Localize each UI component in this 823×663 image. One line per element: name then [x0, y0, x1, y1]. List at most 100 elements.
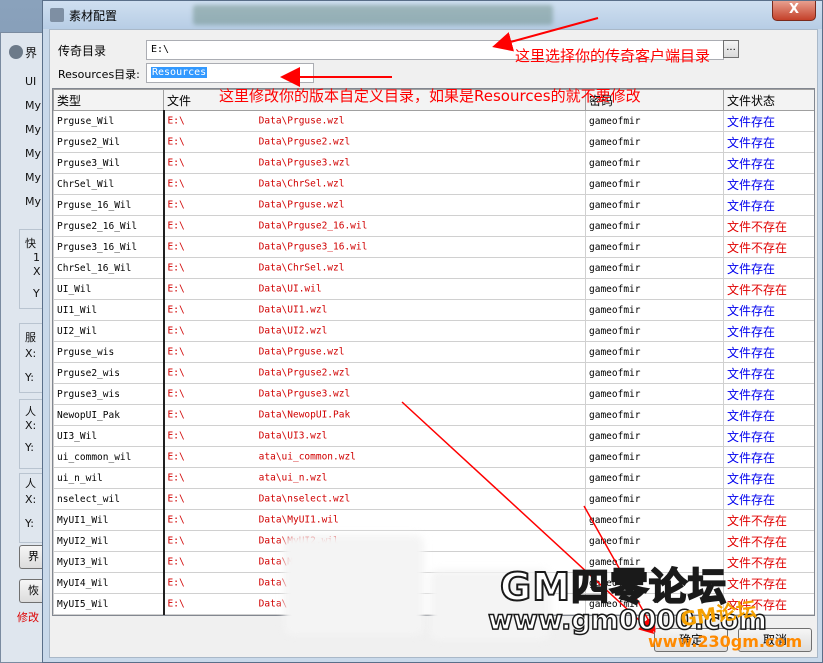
cell-status[interactable]: 文件存在	[723, 341, 814, 363]
cell-type[interactable]: MyUI3_Wil	[53, 551, 165, 573]
title-bar[interactable]: 素材配置 X	[43, 1, 822, 29]
cell-password[interactable]: gameofmir	[585, 110, 724, 132]
cell-password[interactable]: gameofmir	[585, 488, 724, 510]
cell-type[interactable]: Prguse_wis	[53, 341, 165, 363]
cell-file[interactable]: E:\ Data\Prguse2.wzl	[163, 362, 586, 384]
close-button[interactable]: X	[772, 1, 816, 21]
cell-file[interactable]: E:\ Data\NewopUI.Pak	[163, 404, 586, 426]
cell-type[interactable]: Prguse3_Wil	[53, 152, 165, 174]
table-row[interactable]: UI3_Wil E:\ Data\UI3.wzl gameofmir 文件存在	[53, 425, 814, 447]
header-type[interactable]: 类型	[53, 89, 164, 111]
cell-file[interactable]: E:\ Data\MyUI1.wil	[163, 509, 586, 531]
cell-password[interactable]: gameofmir	[585, 341, 724, 363]
cell-status[interactable]: 文件不存在	[723, 551, 814, 573]
table-row[interactable]: ChrSel_Wil E:\ Data\ChrSel.wzl gameofmir 文件存…	[53, 173, 814, 195]
cell-file[interactable]: E:\ Data\nselect.wzl	[163, 488, 586, 510]
cell-file[interactable]: E:\ ata\ui_n.wzl	[163, 467, 586, 489]
cell-status[interactable]: 文件存在	[723, 173, 814, 195]
cell-file[interactable]: E:\ Data\ChrSel.wzl	[163, 173, 586, 195]
table-row[interactable]: Prguse3_wis E:\ Data\Prguse3.wzl gameofmir 文…	[53, 383, 814, 405]
table-row[interactable]: UI1_Wil E:\ Data\UI1.wzl gameofmir 文件存在	[53, 299, 814, 321]
cell-password[interactable]: gameofmir	[585, 194, 724, 216]
table-row[interactable]: MyUI2_WilE:\Data\MyUI2.wilgameofmir文件不存在	[53, 530, 814, 552]
cell-password[interactable]: gameofmir	[585, 467, 724, 489]
cell-status[interactable]: 文件存在	[723, 110, 814, 132]
table-row[interactable]: UI_Wil E:\ Data\UI.wil gameofmir 文件不存在	[53, 278, 814, 300]
cell-status[interactable]: 文件不存在	[723, 236, 814, 258]
table-row[interactable]: Prguse3_Wil E:\ Data\Prguse3.wzl gameofmir 文…	[53, 152, 814, 174]
cell-type[interactable]: UI_Wil	[53, 278, 165, 300]
cell-file[interactable]: E:\ Data\Prguse3.wzl	[163, 152, 586, 174]
cell-type[interactable]: UI2_Wil	[53, 320, 165, 342]
cell-status[interactable]: 文件存在	[723, 467, 814, 489]
cell-type[interactable]: Prguse_Wil	[53, 110, 165, 132]
cell-status[interactable]: 文件存在	[723, 404, 814, 426]
cell-password[interactable]: gameofmir	[585, 509, 724, 531]
resources-dir-field[interactable]: Resources	[146, 63, 314, 83]
cell-type[interactable]: ui_n_wil	[53, 467, 165, 489]
table-row[interactable]: ui_common_wil E:\ ata\ui_common.wzl gameofm…	[53, 446, 814, 468]
cell-type[interactable]: UI1_Wil	[53, 299, 165, 321]
cell-file[interactable]: E:\ Data\Prguse2.wzl	[163, 131, 586, 153]
cell-file[interactable]: E:\ Data\Prguse.wzl	[163, 341, 586, 363]
cell-password[interactable]: gameofmir	[585, 152, 724, 174]
cell-password[interactable]: gameofmir	[585, 131, 724, 153]
browse-button[interactable]: ...	[723, 40, 739, 58]
cell-status[interactable]: 文件不存在	[723, 509, 814, 531]
table-row[interactable]: Prguse_Wil E:\ Data\Prguse.wzl gameofmir 文件存…	[53, 110, 814, 132]
table-row[interactable]: Prguse_wis E:\ Data\Prguse.wzl gameofmir 文件存…	[53, 341, 814, 363]
cell-status[interactable]: 文件存在	[723, 152, 814, 174]
cell-password[interactable]: gameofmir	[585, 446, 724, 468]
cell-status[interactable]: 文件存在	[723, 488, 814, 510]
cell-type[interactable]: ChrSel_Wil	[53, 173, 165, 195]
cell-type[interactable]: Prguse3_wis	[53, 383, 165, 405]
cell-status[interactable]: 文件存在	[723, 131, 814, 153]
cell-status[interactable]: 文件存在	[723, 257, 814, 279]
cell-password[interactable]: gameofmir	[585, 299, 724, 321]
cell-password[interactable]: gameofmir	[585, 257, 724, 279]
cell-file[interactable]: E:\ Data\UI1.wzl	[163, 299, 586, 321]
cell-password[interactable]: gameofmir	[585, 173, 724, 195]
cell-file[interactable]: E:\ Data\Prguse2_16.wil	[163, 215, 586, 237]
cell-type[interactable]: Prguse2_Wil	[53, 131, 165, 153]
table-row[interactable]: Prguse3_16_Wil E:\ Data\Prguse3_16.wil game…	[53, 236, 814, 258]
cell-type[interactable]: Prguse3_16_Wil	[53, 236, 165, 258]
cell-file[interactable]: E:\ Data\Prguse.wzl	[163, 194, 586, 216]
table-row[interactable]: MyUI1_Wil E:\ Data\MyUI1.wil gameofmir 文件不存在	[53, 509, 814, 531]
cell-type[interactable]: Prguse_16_Wil	[53, 194, 165, 216]
cell-type[interactable]: MyUI1_Wil	[53, 509, 165, 531]
cell-type[interactable]: UI3_Wil	[53, 425, 165, 447]
cell-status[interactable]: 文件不存在	[723, 215, 814, 237]
cell-password[interactable]: gameofmir	[585, 383, 724, 405]
cell-type[interactable]: MyUI5_Wil	[53, 593, 165, 615]
cell-password[interactable]: gameofmir	[585, 404, 724, 426]
table-row[interactable]: Prguse_16_Wil E:\ Data\Prguse.wzl gameofmir…	[53, 194, 814, 216]
cell-password[interactable]: gameofmir	[585, 362, 724, 384]
cell-status[interactable]: 文件不存在	[723, 278, 814, 300]
cell-type[interactable]: Prguse2_16_Wil	[53, 215, 165, 237]
cell-type[interactable]: MyUI2_Wil	[53, 530, 165, 552]
cell-file[interactable]: E:\ Data\UI.wil	[163, 278, 586, 300]
cell-password[interactable]: gameofmir	[585, 215, 724, 237]
table-row[interactable]: Prguse2_16_Wil E:\ Data\Prguse2_16.wil game…	[53, 215, 814, 237]
cell-file[interactable]: E:\ Data\Prguse3_16.wil	[163, 236, 586, 258]
cell-type[interactable]: ChrSel_16_Wil	[53, 257, 165, 279]
cell-file[interactable]: E:\ Data\UI2.wzl	[163, 320, 586, 342]
cell-password[interactable]: gameofmir	[585, 320, 724, 342]
cell-status[interactable]: 文件存在	[723, 362, 814, 384]
table-row[interactable]: UI2_Wil E:\ Data\UI2.wzl gameofmir 文件存在	[53, 320, 814, 342]
cell-file[interactable]: E:\ Data\UI3.wzl	[163, 425, 586, 447]
cell-status[interactable]: 文件不存在	[723, 572, 814, 594]
cell-status[interactable]: 文件存在	[723, 299, 814, 321]
cell-file[interactable]: E:\ Data\Prguse.wzl	[163, 110, 586, 132]
table-row[interactable]: nselect_wil E:\ Data\nselect.wzl gameofmir 文…	[53, 488, 814, 510]
cell-password[interactable]: gameofmir	[585, 278, 724, 300]
cell-type[interactable]: NewopUI_Pak	[53, 404, 165, 426]
cell-status[interactable]: 文件存在	[723, 383, 814, 405]
cell-file[interactable]: E:\ Data\ChrSel.wzl	[163, 257, 586, 279]
material-table[interactable]: 类型 文件 密码 文件状态 Prguse_Wil E:\ Data\Prguse.w…	[52, 88, 815, 616]
cell-type[interactable]: MyUI4_Wil	[53, 572, 165, 594]
cell-status[interactable]: 文件存在	[723, 194, 814, 216]
table-row[interactable]: ChrSel_16_Wil E:\ Data\ChrSel.wzl gameofmir…	[53, 257, 814, 279]
table-row[interactable]: Prguse2_wis E:\ Data\Prguse2.wzl gameofmir 文…	[53, 362, 814, 384]
